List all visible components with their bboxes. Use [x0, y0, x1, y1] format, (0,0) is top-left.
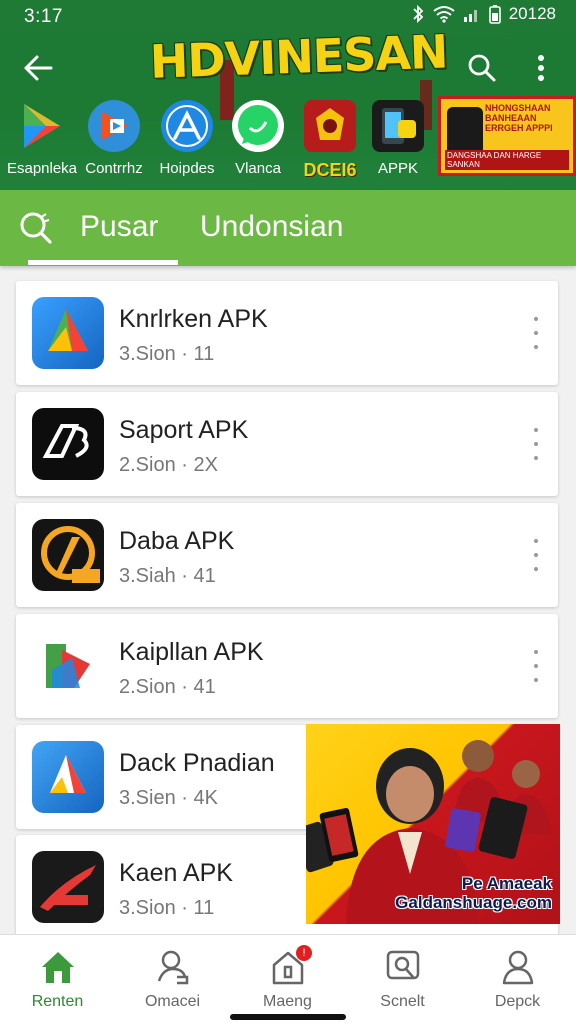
status-battery-text: 20128	[508, 4, 556, 23]
active-tab-indicator	[28, 260, 178, 265]
app-name: Daba APK	[119, 527, 235, 555]
app-list-item[interactable]: Knrlrken APK 3.Sion · 11	[16, 281, 558, 385]
search-button[interactable]	[464, 50, 500, 86]
app-icon	[32, 630, 104, 702]
nav-item-home[interactable]: Renten	[0, 945, 115, 1015]
more-vertical-icon[interactable]	[530, 428, 542, 460]
shortcut-row: Esapnleka Contrrhz Hoipdes Vlanca DCEI6	[0, 98, 440, 186]
more-vertical-icon[interactable]	[530, 650, 542, 682]
nav-label: Omacei	[144, 993, 201, 1010]
shortcut-label: Esapnleka	[6, 160, 78, 177]
more-vertical-icon[interactable]	[530, 539, 542, 571]
nav-label: Depck	[494, 993, 541, 1010]
play-store-icon	[16, 100, 68, 152]
app-icon	[32, 297, 104, 369]
app-name: Kaen APK	[119, 859, 233, 887]
status-icons: 20128	[411, 4, 556, 24]
user-swap-icon	[153, 947, 193, 987]
shortcut-item[interactable]: Contrrhz	[74, 98, 154, 186]
emblem-icon	[304, 100, 356, 152]
app-meta: 3.Siah · 41	[119, 565, 216, 587]
nav-item-depck[interactable]: Depck	[460, 945, 575, 1015]
ad-caption: Pe Amaeak Galdanshuage.com	[395, 874, 552, 912]
app-meta: 3.Sion · 11	[119, 343, 215, 365]
app-meta: 3.Sien · 4K	[119, 787, 218, 809]
search-icon	[468, 54, 496, 82]
shortcut-item[interactable]: APPK	[358, 98, 438, 186]
shortcut-label: Hoipdes	[159, 160, 215, 177]
bottom-navigation: Renten Omacei ! Maeng Scnelt Depck	[0, 934, 576, 1024]
status-bar: 3:17 20128	[0, 0, 576, 32]
app-meta: 2.Sion · 41	[119, 676, 216, 698]
nav-label: Renten	[31, 993, 84, 1010]
app-store-icon	[161, 100, 213, 152]
shortcut-label: Contrrhz	[85, 160, 143, 177]
chat-icon	[232, 100, 284, 152]
app-icon	[32, 741, 104, 813]
battery-icon	[488, 4, 501, 24]
profile-icon	[498, 947, 538, 987]
app-meta: 3.Sion · 11	[119, 897, 215, 919]
share-app-icon	[88, 100, 140, 152]
notification-badge: !	[296, 945, 312, 961]
tab-pusar[interactable]: Pusar	[80, 210, 158, 244]
shortcut-label: Vlanca	[235, 160, 281, 177]
promo-footer: DANGSHAA DAN HARGE SANKAN	[445, 150, 569, 170]
promo-banner[interactable]: NHONGSHAAN BANHEAAN ERRGEH APPPI DANGSHA…	[438, 96, 576, 176]
shortcut-item[interactable]: Hoipdes	[147, 98, 227, 186]
app-title: HDVINESAN	[149, 24, 449, 89]
app-name: Saport APK	[119, 416, 249, 444]
tab-search-icon[interactable]	[18, 210, 54, 246]
app-icon	[32, 851, 104, 923]
app-name: Knrlrken APK	[119, 305, 268, 333]
back-button[interactable]	[18, 48, 58, 88]
status-time: 3:17	[24, 6, 63, 27]
nav-label: Maeng	[263, 993, 312, 1010]
nav-item-omacei[interactable]: Omacei	[115, 945, 230, 1015]
nav-item-scnelt[interactable]: Scnelt	[345, 945, 460, 1015]
app-meta: 2.Sion · 2X	[119, 454, 218, 476]
shortcut-item[interactable]: Vlanca	[218, 98, 298, 186]
tab-undonsian[interactable]: Undonsian	[200, 210, 343, 244]
app-icon	[32, 408, 104, 480]
nav-item-maeng[interactable]: ! Maeng	[230, 945, 345, 1015]
app-header: 3:17 20128 HDVINESAN Esapnleka Contrrhz …	[0, 0, 576, 190]
bluetooth-icon	[411, 4, 425, 24]
app-name: Dack Pnadian	[119, 749, 275, 777]
app-icon	[32, 519, 104, 591]
shortcut-label: APPK	[377, 160, 419, 177]
overflow-menu-button[interactable]	[526, 50, 556, 86]
app-list-item[interactable]: Daba APK 3.Siah · 41	[16, 503, 558, 607]
more-vertical-icon[interactable]	[530, 317, 542, 349]
app-list-item[interactable]: Kaipllan APK 2.Sion · 41	[16, 614, 558, 718]
tab-bar: Pusar Undonsian	[0, 190, 576, 266]
advertisement-banner[interactable]: Pe Amaeak Galdanshuage.com	[306, 724, 560, 924]
shortcut-item[interactable]: Esapnleka	[2, 98, 82, 186]
signal-icon	[463, 5, 481, 23]
wifi-icon	[433, 5, 455, 23]
search-icon	[383, 947, 423, 987]
home-icon	[38, 947, 78, 987]
home-indicator[interactable]	[230, 1014, 346, 1020]
more-vertical-icon	[538, 55, 544, 81]
phone-apk-icon	[372, 100, 424, 152]
nav-label: Scnelt	[380, 993, 425, 1010]
app-list-item[interactable]: Saport APK 2.Sion · 2X	[16, 392, 558, 496]
arrow-left-icon	[24, 55, 53, 81]
promo-text: NHONGSHAAN BANHEAAN ERRGEH APPPI	[485, 103, 553, 133]
promo-logo	[447, 107, 483, 155]
app-name: Kaipllan APK	[119, 638, 264, 666]
